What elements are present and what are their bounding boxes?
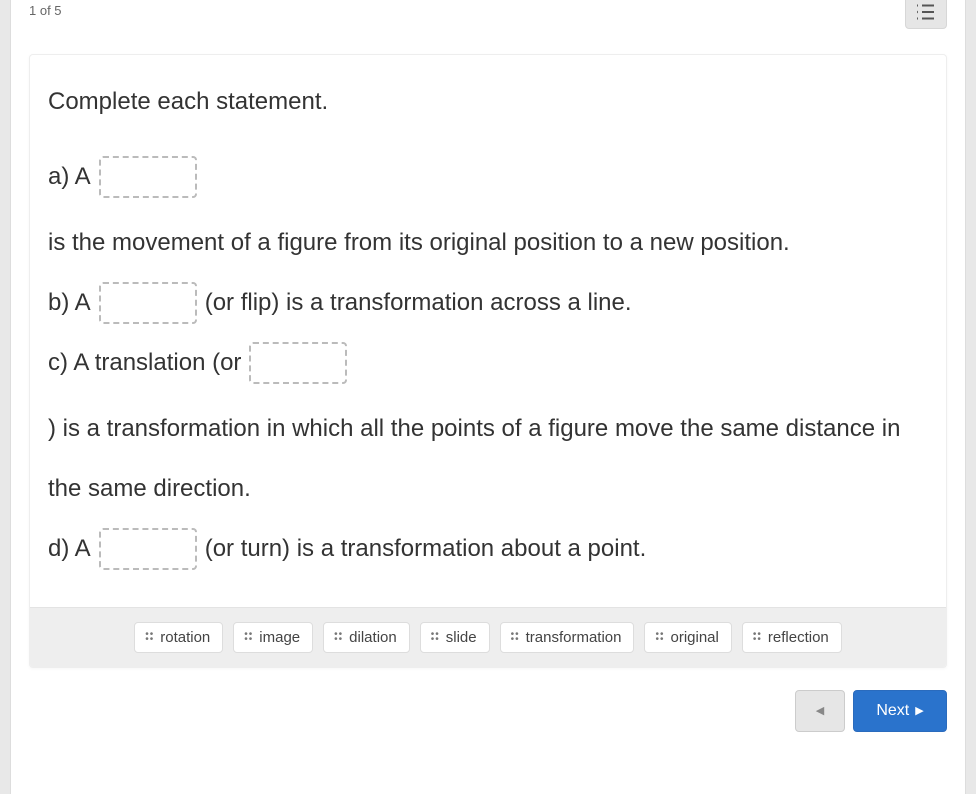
answer-chip-dilation[interactable]: •••• dilation [323, 622, 410, 653]
answer-chip-original[interactable]: •••• original [644, 622, 731, 653]
statement-a-prefix: a) A [48, 147, 91, 207]
answer-chip-label: image [259, 629, 300, 646]
question-list-button[interactable] [905, 0, 947, 29]
statement-d-suffix: (or turn) is a transformation about a po… [205, 519, 647, 579]
drag-handle-icon: •••• [334, 632, 343, 642]
statement-d: d) A (or turn) is a transformation about… [48, 519, 928, 579]
prev-button[interactable]: ◀ [795, 690, 845, 732]
answer-chip-label: rotation [160, 629, 210, 646]
drag-handle-icon: •••• [655, 632, 664, 642]
answer-bank: •••• rotation •••• image •••• dilation •… [30, 607, 946, 667]
drop-zone-b[interactable] [99, 282, 197, 324]
drop-zone-a[interactable] [99, 156, 197, 198]
drop-zone-c[interactable] [249, 342, 347, 384]
question-card: Complete each statement. a) A is the mov… [29, 54, 947, 668]
statement-d-prefix: d) A [48, 519, 91, 579]
answer-chip-label: dilation [349, 629, 397, 646]
progress-indicator: 1 of 5 [29, 3, 62, 18]
drag-handle-icon: •••• [511, 632, 520, 642]
chevron-right-icon: ▶ [915, 704, 923, 717]
statement-a: a) A is the movement of a figure from it… [48, 147, 928, 273]
answer-chip-slide[interactable]: •••• slide [420, 622, 490, 653]
drag-handle-icon: •••• [753, 632, 762, 642]
answer-chip-transformation[interactable]: •••• transformation [500, 622, 635, 653]
statement-b-prefix: b) A [48, 273, 91, 333]
next-button-label: Next [876, 702, 909, 720]
drop-zone-d[interactable] [99, 528, 197, 570]
drag-handle-icon: •••• [145, 632, 154, 642]
answer-chip-label: original [671, 629, 719, 646]
answer-chip-rotation[interactable]: •••• rotation [134, 622, 223, 653]
answer-chip-image[interactable]: •••• image [233, 622, 313, 653]
drag-handle-icon: •••• [431, 632, 440, 642]
answer-chip-reflection[interactable]: •••• reflection [742, 622, 842, 653]
statement-b: b) A (or flip) is a transformation acros… [48, 273, 928, 333]
answer-chip-label: transformation [526, 629, 622, 646]
statement-b-suffix: (or flip) is a transformation across a l… [205, 273, 632, 333]
question-title: Complete each statement. [48, 85, 928, 119]
statement-c: c) A translation (or ) is a transformati… [48, 333, 928, 519]
statement-a-suffix: is the movement of a figure from its ori… [48, 213, 790, 273]
answer-chip-label: reflection [768, 629, 829, 646]
statement-c-prefix: c) A translation (or [48, 333, 241, 393]
drag-handle-icon: •••• [244, 632, 253, 642]
statement-c-suffix: ) is a transformation in which all the p… [48, 399, 928, 519]
chevron-left-icon: ◀ [816, 704, 824, 717]
list-icon [917, 4, 935, 20]
next-button[interactable]: Next ▶ [853, 690, 947, 732]
answer-chip-label: slide [446, 629, 477, 646]
